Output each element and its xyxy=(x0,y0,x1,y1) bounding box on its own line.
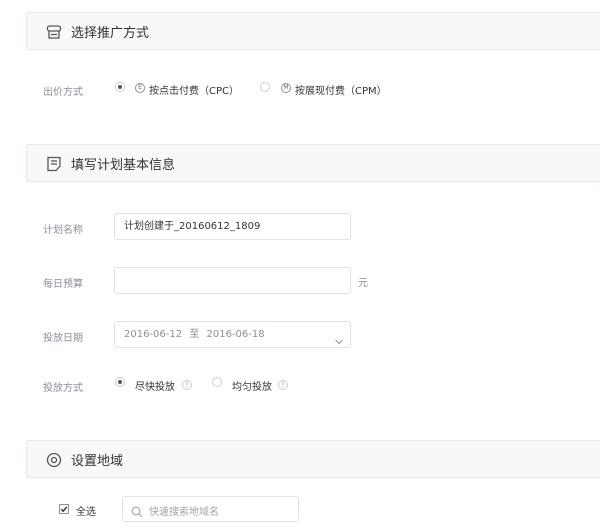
shop-icon xyxy=(45,23,63,41)
help-icon[interactable]: ? xyxy=(182,380,192,390)
cpm-badge: M xyxy=(281,83,291,93)
plan-name-input[interactable]: 计划创建于_20160612_1809 xyxy=(114,213,351,240)
delivery-method-label: 投放方式 xyxy=(43,383,83,394)
location-icon xyxy=(45,451,63,469)
date-range-picker[interactable]: 2016-06-12 至 2016-06-18 xyxy=(114,321,351,348)
region-search-input[interactable]: 快速搜索地域名 xyxy=(122,496,299,522)
help-icon[interactable]: ? xyxy=(278,380,288,390)
delivery-even-label[interactable]: 均匀投放 xyxy=(232,378,272,393)
cpm-radio[interactable] xyxy=(260,82,270,92)
select-all-checkbox[interactable] xyxy=(59,504,69,514)
region-title: 设置地域 xyxy=(71,454,124,469)
delivery-asap-label[interactable]: 尽快投放 xyxy=(135,378,175,393)
daily-budget-input[interactable] xyxy=(114,267,351,294)
region-search-placeholder: 快速搜索地域名 xyxy=(149,507,219,518)
delivery-asap-radio[interactable] xyxy=(115,377,125,387)
cpm-option-label[interactable]: 按展现付费（CPM） xyxy=(295,82,387,97)
plan-info-title: 填写计划基本信息 xyxy=(71,158,176,173)
select-all-label[interactable]: 全选 xyxy=(76,503,96,518)
plan-name-label: 计划名称 xyxy=(43,225,83,236)
region-section-header: 设置地域 xyxy=(26,440,600,478)
budget-unit: 元 xyxy=(358,278,368,289)
document-icon xyxy=(45,155,63,173)
date-end: 2016-06-18 xyxy=(206,329,265,340)
daily-budget-label: 每日预算 xyxy=(43,279,83,290)
promo-type-section-header: 选择推广方式 xyxy=(26,12,600,50)
checkmark-icon xyxy=(60,506,68,513)
date-range-label: 投放日期 xyxy=(43,333,83,344)
search-icon xyxy=(131,503,143,522)
cpc-option-label[interactable]: 按点击付费（CPC） xyxy=(149,82,239,97)
cpc-radio[interactable] xyxy=(115,82,125,92)
promo-type-title: 选择推广方式 xyxy=(71,26,150,41)
plan-info-section-header: 填写计划基本信息 xyxy=(26,144,600,182)
date-separator: 至 xyxy=(189,329,200,340)
bid-method-label: 出价方式 xyxy=(43,87,83,98)
chevron-down-icon[interactable] xyxy=(334,331,344,356)
delivery-even-radio[interactable] xyxy=(212,377,222,387)
cpc-badge: E xyxy=(135,83,145,93)
date-start: 2016-06-12 xyxy=(124,329,183,340)
